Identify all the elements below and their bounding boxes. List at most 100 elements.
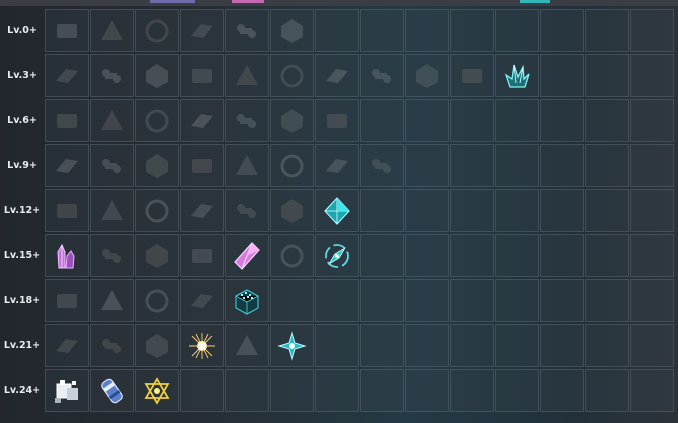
grid-slot-chip[interactable] [135,144,179,187]
empty-slot[interactable] [360,189,404,232]
empty-slot[interactable] [360,324,404,367]
grid-slot-light-burst[interactable] [180,324,224,367]
grid-slot-frame[interactable] [135,54,179,97]
grid-slot-core[interactable] [180,234,224,277]
grid-slot-capsule[interactable] [270,234,314,277]
empty-slot[interactable] [225,369,269,412]
grid-slot-solar-panel[interactable] [135,99,179,142]
grid-slot-green-block[interactable] [225,54,269,97]
grid-slot-leaf[interactable] [135,324,179,367]
empty-slot[interactable] [450,99,494,142]
empty-slot[interactable] [450,189,494,232]
empty-slot[interactable] [540,189,584,232]
grid-slot-crown-ring[interactable] [360,54,404,97]
grid-slot-pipes[interactable] [180,54,224,97]
grid-slot-wall-block[interactable] [225,9,269,52]
grid-slot-dots[interactable] [270,144,314,187]
grid-slot-scroll[interactable] [135,234,179,277]
grid-slot-white-machine[interactable] [45,369,89,412]
empty-slot[interactable] [315,324,359,367]
grid-slot-green-plate[interactable] [45,54,89,97]
empty-slot[interactable] [405,324,449,367]
grid-slot-layers[interactable] [90,279,134,322]
grid-slot-cyan-compass[interactable] [315,234,359,277]
grid-slot-orb[interactable] [225,144,269,187]
empty-slot[interactable] [630,189,674,232]
grid-slot-vortex[interactable] [225,324,269,367]
empty-slot[interactable] [585,369,629,412]
empty-slot[interactable] [585,144,629,187]
empty-slot[interactable] [450,9,494,52]
empty-slot[interactable] [450,279,494,322]
empty-slot[interactable] [495,234,539,277]
grid-slot-beam[interactable] [45,189,89,232]
grid-slot-cyan-crystal-cluster[interactable] [495,54,539,97]
empty-slot[interactable] [540,324,584,367]
grid-slot-girders[interactable] [225,99,269,142]
grid-slot-rubble[interactable] [450,54,494,97]
grid-slot-cables[interactable] [90,99,134,142]
empty-slot[interactable] [450,324,494,367]
empty-slot[interactable] [630,144,674,187]
grid-slot-gear[interactable] [315,54,359,97]
empty-slot[interactable] [180,369,224,412]
grid-slot-spool[interactable] [90,234,134,277]
grid-slot-blue-canister[interactable] [90,369,134,412]
grid-slot-green-rings[interactable] [45,279,89,322]
empty-slot[interactable] [270,279,314,322]
grid-slot-disc[interactable] [90,324,134,367]
empty-slot[interactable] [360,279,404,322]
empty-slot[interactable] [585,279,629,322]
empty-slot[interactable] [315,9,359,52]
grid-slot-wires[interactable] [90,144,134,187]
empty-slot[interactable] [630,9,674,52]
empty-slot[interactable] [360,369,404,412]
empty-slot[interactable] [495,324,539,367]
grid-slot-tube[interactable] [225,189,269,232]
empty-slot[interactable] [540,369,584,412]
grid-slot-tile[interactable] [90,189,134,232]
empty-slot[interactable] [540,9,584,52]
grid-slot-logs[interactable] [45,9,89,52]
grid-slot-cyan-pyramid[interactable] [315,189,359,232]
grid-slot-nebula[interactable] [180,144,224,187]
empty-slot[interactable] [360,9,404,52]
grid-slot-gears[interactable] [135,279,179,322]
grid-slot-coil[interactable] [180,189,224,232]
grid-slot-pyramid[interactable] [45,99,89,142]
empty-slot[interactable] [540,54,584,97]
empty-slot[interactable] [360,99,404,142]
empty-slot[interactable] [495,99,539,142]
grid-slot-canisters[interactable] [270,99,314,142]
empty-slot[interactable] [540,279,584,322]
empty-slot[interactable] [405,369,449,412]
empty-slot[interactable] [630,279,674,322]
empty-slot[interactable] [630,54,674,97]
grid-slot-ore[interactable] [180,279,224,322]
grid-slot-plate[interactable] [135,9,179,52]
grid-slot-metal-sheet[interactable] [90,54,134,97]
grid-slot-triangle[interactable] [270,54,314,97]
grid-slot-pink-gem[interactable] [225,234,269,277]
empty-slot[interactable] [540,144,584,187]
empty-slot[interactable] [270,369,314,412]
empty-slot[interactable] [405,279,449,322]
empty-slot[interactable] [630,234,674,277]
empty-slot[interactable] [630,99,674,142]
empty-slot[interactable] [450,234,494,277]
grid-slot-ring[interactable] [270,9,314,52]
grid-slot-grid-plate[interactable] [45,324,89,367]
empty-slot[interactable] [585,189,629,232]
empty-slot[interactable] [495,279,539,322]
grid-slot-cyan-circuit-block[interactable] [225,279,269,322]
grid-slot-battery[interactable] [135,189,179,232]
empty-slot[interactable] [360,234,404,277]
grid-slot-crab[interactable] [405,54,449,97]
empty-slot[interactable] [450,144,494,187]
grid-slot-bolt[interactable] [360,144,404,187]
grid-slot-panels[interactable] [315,99,359,142]
grid-slot-wood-plank[interactable] [180,9,224,52]
empty-slot[interactable] [450,369,494,412]
grid-slot-green-prism[interactable] [45,144,89,187]
grid-slot-hexagon[interactable] [315,144,359,187]
